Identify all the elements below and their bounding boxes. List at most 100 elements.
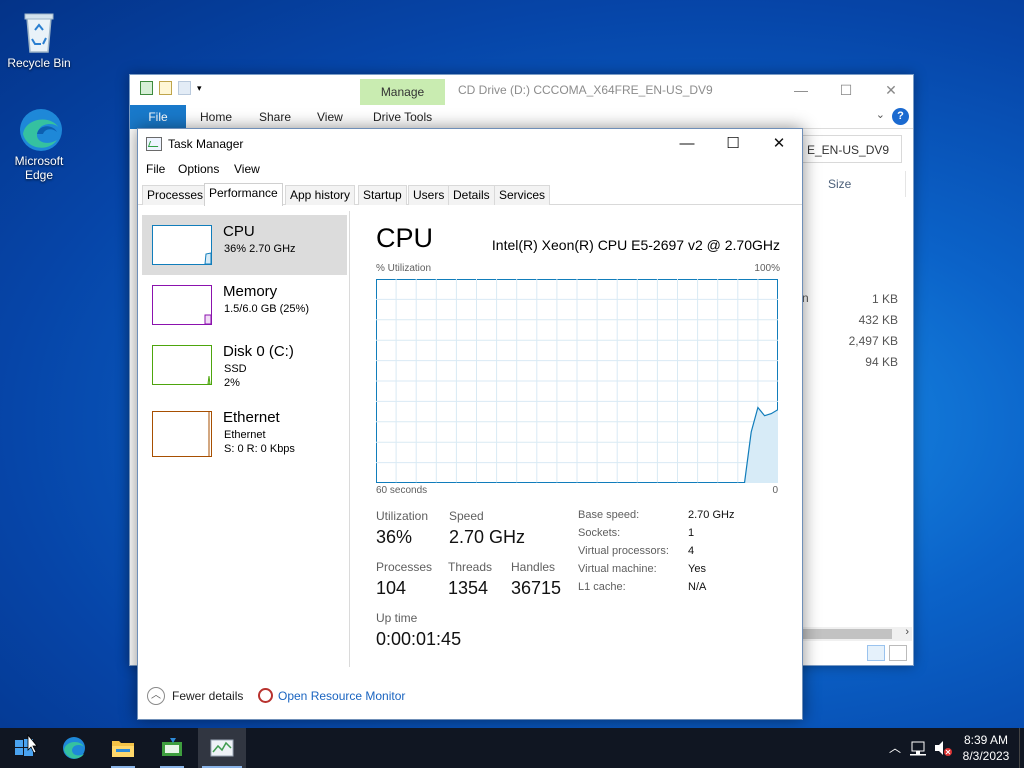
resource-monitor-icon bbox=[258, 688, 273, 703]
ethernet-mini-graph bbox=[152, 411, 212, 457]
minimize-button[interactable]: — bbox=[778, 79, 824, 101]
explorer-ribbon: File Home Share View Drive Tools ⌄ ? bbox=[130, 105, 913, 129]
qat-dropdown-icon[interactable]: ▾ bbox=[197, 81, 210, 95]
cpu-mini-graph bbox=[152, 225, 212, 265]
sidebar-ethernet-throughput: S: 0 R: 0 Kbps bbox=[224, 443, 295, 455]
task-manager-icon bbox=[146, 137, 162, 151]
file-size: 94 KB bbox=[865, 355, 898, 369]
ribbon-tab-file[interactable]: File bbox=[130, 105, 186, 129]
horizontal-scrollbar[interactable]: › bbox=[802, 626, 912, 641]
setup-icon bbox=[162, 738, 182, 756]
uptime-label: Up time bbox=[376, 611, 418, 625]
maximize-button[interactable]: ☐ bbox=[710, 129, 756, 159]
task-manager-titlebar[interactable]: Task Manager — ☐ ✕ bbox=[138, 129, 802, 159]
new-folder-icon[interactable] bbox=[178, 81, 191, 95]
column-header-size[interactable]: Size bbox=[828, 177, 851, 191]
disk-mini-graph bbox=[152, 345, 212, 385]
handles-label: Handles bbox=[511, 560, 556, 574]
scrollbar-thumb[interactable] bbox=[802, 629, 892, 639]
file-size-column: 1 KB 432 KB 2,497 KB 94 KB bbox=[849, 289, 898, 373]
taskbar-file-explorer-button[interactable] bbox=[99, 728, 147, 768]
close-button[interactable]: ✕ bbox=[868, 79, 914, 101]
network-icon[interactable] bbox=[907, 728, 931, 768]
collapse-icon[interactable]: ︿ bbox=[147, 687, 165, 705]
spec-value: 1 bbox=[688, 527, 695, 539]
sidebar-cpu-usage: 36% 2.70 GHz bbox=[224, 243, 296, 255]
details-view-icon[interactable] bbox=[867, 645, 885, 661]
menu-options[interactable]: Options bbox=[178, 162, 219, 176]
fewer-details-button[interactable]: Fewer details bbox=[172, 689, 243, 703]
spec-value: 2.70 GHz bbox=[688, 509, 735, 521]
chart-x-right: 0 bbox=[772, 485, 778, 496]
cpu-model: Intel(R) Xeon(R) CPU E5-2697 v2 @ 2.70GH… bbox=[491, 237, 780, 253]
drive-icon bbox=[140, 81, 153, 95]
ribbon-tab-share[interactable]: Share bbox=[259, 105, 291, 129]
explorer-titlebar: ▾ Manage CD Drive (D:) CCCOMA_X64FRE_EN-… bbox=[130, 75, 913, 105]
desktop-icon-edge[interactable]: Microsoft Edge bbox=[1, 106, 77, 182]
ribbon-tab-drive-tools[interactable]: Drive Tools bbox=[373, 105, 432, 129]
utilization-label: Utilization bbox=[376, 509, 429, 523]
task-manager-icon bbox=[210, 739, 234, 757]
utilization-value: 36% bbox=[376, 527, 413, 547]
show-hidden-icons-button[interactable]: ︿ bbox=[884, 728, 906, 768]
ribbon-tab-view[interactable]: View bbox=[317, 105, 343, 129]
start-button[interactable] bbox=[0, 728, 48, 768]
task-manager-window: Task Manager — ☐ ✕ File Options View Pro… bbox=[137, 128, 803, 720]
tab-details[interactable]: Details bbox=[448, 185, 495, 205]
address-bar[interactable]: E_EN-US_DV9 bbox=[802, 135, 902, 163]
ribbon-expand-icon[interactable]: ⌄ bbox=[876, 108, 885, 121]
sidebar-item-disk[interactable]: Disk 0 (C:) SSD 2% bbox=[142, 335, 347, 395]
maximize-button[interactable]: ☐ bbox=[823, 79, 869, 101]
sidebar-cpu-name: CPU bbox=[223, 223, 255, 240]
memory-mini-graph bbox=[152, 285, 212, 325]
system-clock[interactable]: 8:39 AM 8/3/2023 bbox=[956, 732, 1016, 764]
sidebar-item-cpu[interactable]: CPU 36% 2.70 GHz bbox=[142, 215, 347, 275]
file-explorer-icon bbox=[112, 741, 134, 757]
properties-icon[interactable] bbox=[159, 81, 172, 95]
show-desktop-button[interactable] bbox=[1019, 728, 1024, 768]
sidebar-memory-name: Memory bbox=[223, 283, 278, 300]
manage-context-tab[interactable]: Manage bbox=[360, 79, 445, 105]
tab-services[interactable]: Services bbox=[494, 185, 551, 205]
spec-key: Virtual machine: bbox=[578, 563, 657, 575]
tab-app-history[interactable]: App history bbox=[285, 185, 356, 205]
open-resource-monitor-link[interactable]: Open Resource Monitor bbox=[278, 689, 405, 703]
menu-view[interactable]: View bbox=[234, 162, 260, 176]
spec-key: Virtual processors: bbox=[578, 545, 669, 557]
sidebar-ethernet-name: Ethernet bbox=[223, 409, 280, 426]
tab-processes[interactable]: Processes bbox=[142, 185, 209, 205]
menu-file[interactable]: File bbox=[146, 162, 165, 176]
edge-icon bbox=[63, 737, 85, 759]
task-manager-footer: ︿ Fewer details Open Resource Monitor bbox=[138, 681, 802, 721]
tab-strip: Processes Performance App history Startu… bbox=[138, 183, 802, 206]
sidebar-item-ethernet[interactable]: Ethernet Ethernet S: 0 R: 0 Kbps bbox=[142, 401, 347, 461]
tab-users[interactable]: Users bbox=[408, 185, 450, 205]
minimize-button[interactable]: — bbox=[664, 129, 710, 159]
desktop-icon-recycle-bin[interactable]: Recycle Bin bbox=[1, 8, 77, 70]
tab-performance[interactable]: Performance bbox=[204, 183, 283, 206]
desktop-icon-label: Microsoft Edge bbox=[14, 154, 64, 182]
menu-bar: File Options View bbox=[138, 159, 802, 181]
large-icons-view-icon[interactable] bbox=[889, 645, 907, 661]
clock-date: 8/3/2023 bbox=[962, 749, 1010, 763]
chart-y-label: % Utilization bbox=[376, 263, 432, 274]
volume-muted-icon[interactable] bbox=[932, 728, 954, 768]
threads-value: 1354 bbox=[448, 578, 489, 598]
help-icon[interactable]: ? bbox=[892, 108, 909, 125]
file-name-fragment: n bbox=[802, 291, 809, 305]
tab-startup[interactable]: Startup bbox=[358, 185, 407, 205]
scroll-right-icon[interactable]: › bbox=[905, 626, 909, 638]
sidebar-disk-name: Disk 0 (C:) bbox=[223, 343, 294, 360]
ribbon-tab-home[interactable]: Home bbox=[200, 105, 232, 129]
quick-access-toolbar: ▾ bbox=[140, 81, 210, 95]
file-size: 1 KB bbox=[871, 292, 898, 306]
sidebar-item-memory[interactable]: Memory 1.5/6.0 GB (25%) bbox=[142, 275, 347, 335]
close-button[interactable]: ✕ bbox=[756, 129, 802, 159]
explorer-title: CD Drive (D:) CCCOMA_X64FRE_EN-US_DV9 bbox=[458, 83, 713, 97]
taskbar-edge-button[interactable] bbox=[50, 728, 98, 768]
column-divider bbox=[905, 171, 906, 197]
taskbar-setup-button[interactable] bbox=[148, 728, 196, 768]
cpu-utilization-chart bbox=[376, 279, 778, 483]
taskbar-task-manager-button[interactable] bbox=[198, 728, 246, 768]
handles-value: 36715 bbox=[511, 578, 562, 598]
